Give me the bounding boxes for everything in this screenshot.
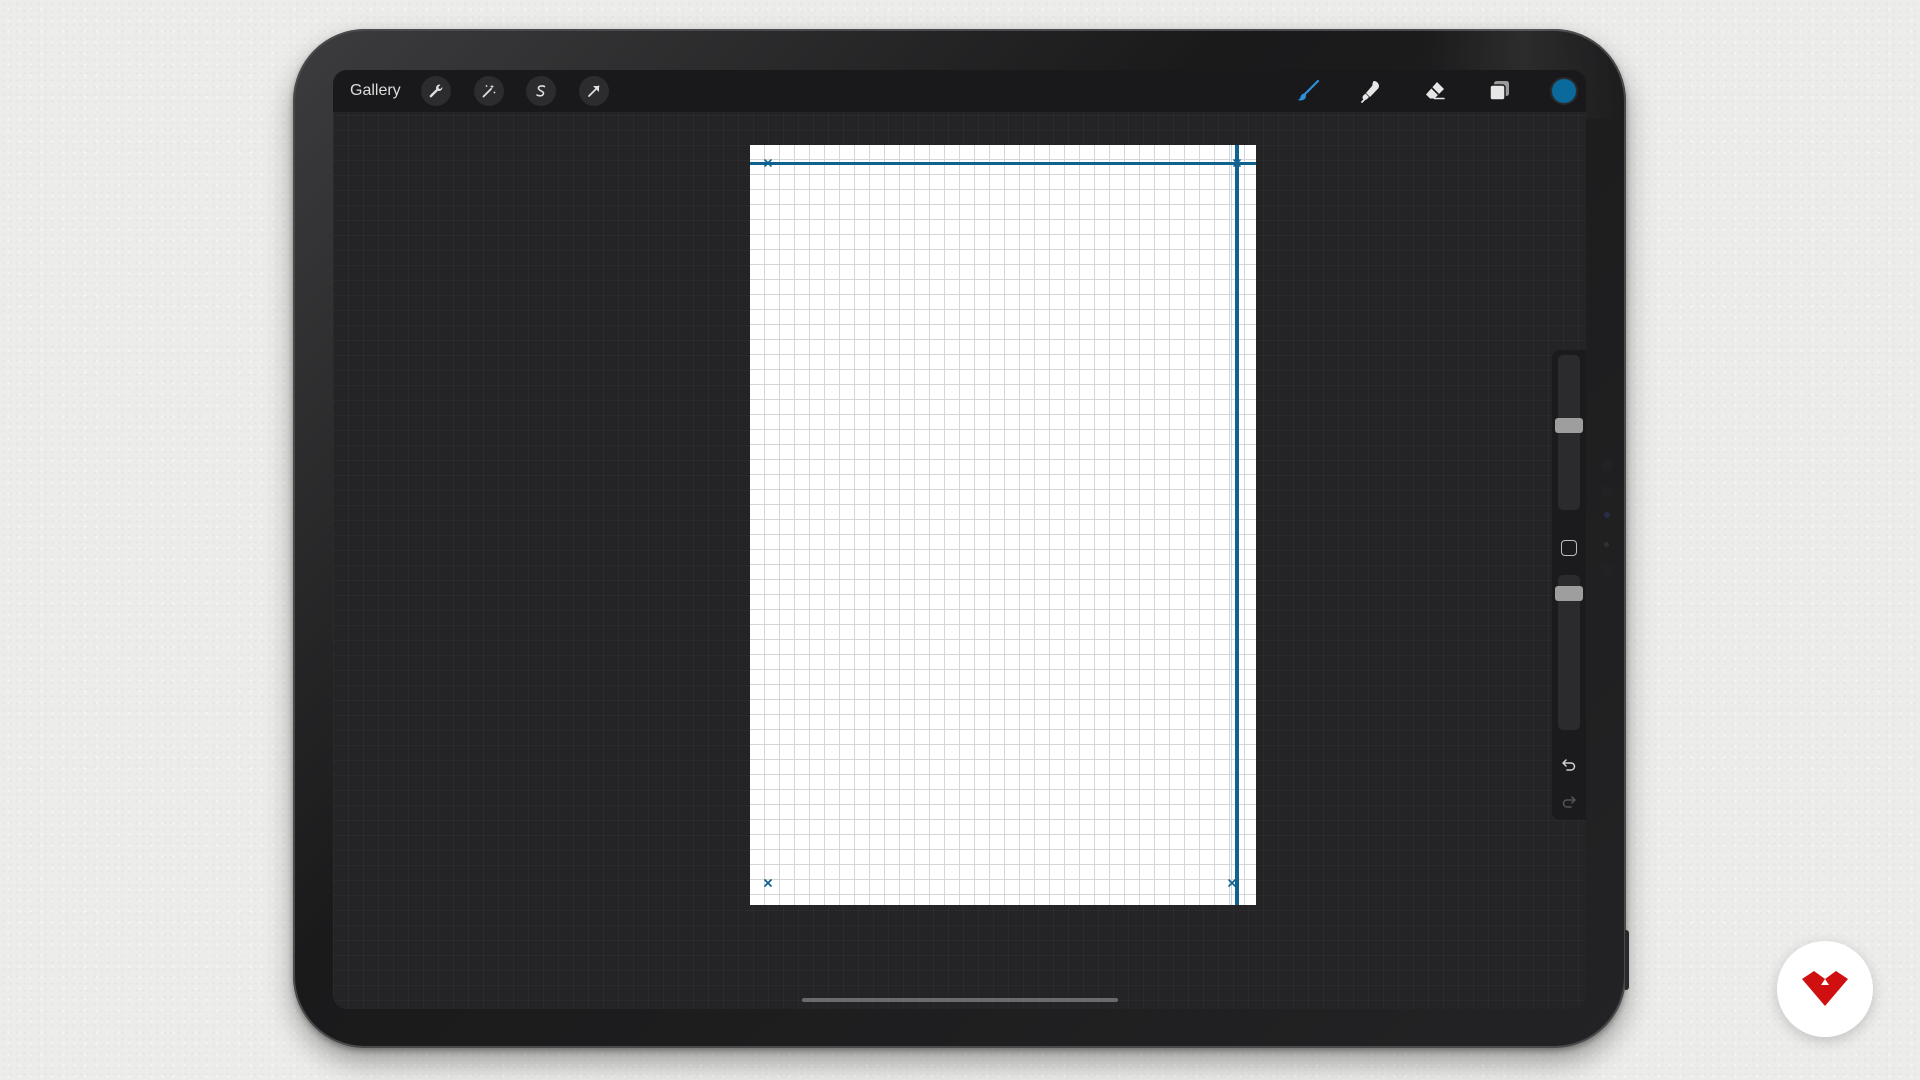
side-button: [1625, 930, 1629, 990]
opacity-thumb[interactable]: [1555, 586, 1583, 601]
app-screen: Gallery: [333, 70, 1586, 1009]
undo-button[interactable]: [1558, 753, 1580, 775]
brush-size-thumb[interactable]: [1555, 418, 1583, 433]
transform-button[interactable]: [579, 76, 609, 106]
brand-logo-icon: [1802, 971, 1848, 1006]
drawing-canvas[interactable]: [750, 145, 1256, 905]
home-indicator[interactable]: [802, 998, 1118, 1002]
redo-button[interactable]: [1558, 790, 1580, 812]
modify-button[interactable]: [1561, 540, 1577, 556]
wrench-icon: [429, 84, 443, 98]
smudge-button[interactable]: [1354, 75, 1388, 107]
redo-icon: [1562, 796, 1576, 808]
opacity-slider[interactable]: [1555, 575, 1583, 730]
guide-line-faint: [1231, 145, 1232, 905]
x-mark-icon: [764, 159, 772, 167]
selection-button[interactable]: [526, 76, 556, 106]
x-mark-icon: [1233, 159, 1241, 167]
smudge-icon: [1361, 81, 1379, 103]
magic-wand-icon: [482, 84, 496, 98]
layers-icon: [1489, 81, 1509, 101]
actions-button[interactable]: [421, 76, 451, 106]
x-mark-icon: [764, 879, 772, 887]
camera-sensors: [1598, 460, 1618, 620]
undo-icon: [1562, 759, 1576, 771]
guide-line-vertical: [1235, 145, 1239, 905]
x-mark-icon: [1228, 879, 1236, 887]
transform-arrow-icon: [588, 85, 600, 97]
brush-size-slider[interactable]: [1555, 355, 1583, 510]
top-toolbar: Gallery: [333, 70, 1586, 112]
guide-line-horizontal: [750, 162, 1256, 165]
layers-button[interactable]: [1482, 75, 1516, 107]
gallery-button[interactable]: Gallery: [350, 82, 401, 100]
color-picker-button[interactable]: [1552, 79, 1576, 103]
brush-button[interactable]: [1291, 75, 1325, 107]
adjustments-button[interactable]: [474, 76, 504, 106]
brush-icon: [1297, 79, 1320, 101]
eraser-button[interactable]: [1418, 75, 1452, 107]
selection-icon: [536, 85, 546, 97]
brand-logo: [1777, 941, 1873, 1037]
sidebar: [1552, 350, 1586, 820]
eraser-icon: [1426, 82, 1445, 100]
